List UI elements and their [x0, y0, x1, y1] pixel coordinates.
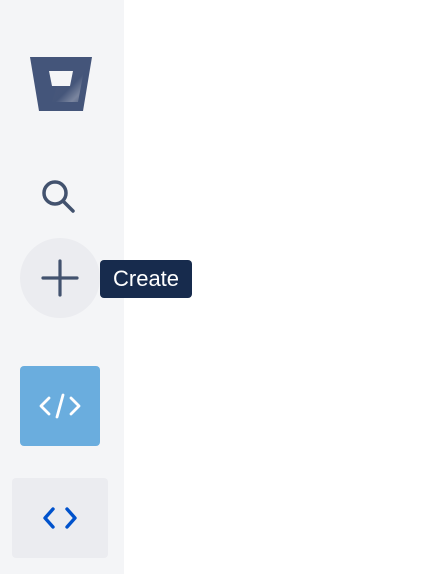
create-button[interactable] — [20, 238, 100, 318]
code-slash-icon — [39, 393, 81, 419]
page: Create — [0, 0, 430, 574]
nav-item-source[interactable] — [12, 478, 108, 558]
search-icon — [42, 180, 75, 213]
search-button[interactable] — [36, 174, 82, 220]
bitbucket-logo-icon[interactable] — [28, 54, 94, 114]
plus-icon — [41, 259, 79, 297]
create-tooltip: Create — [100, 260, 193, 298]
code-chevrons-icon — [43, 507, 77, 529]
nav-item-source-active[interactable] — [20, 366, 100, 446]
